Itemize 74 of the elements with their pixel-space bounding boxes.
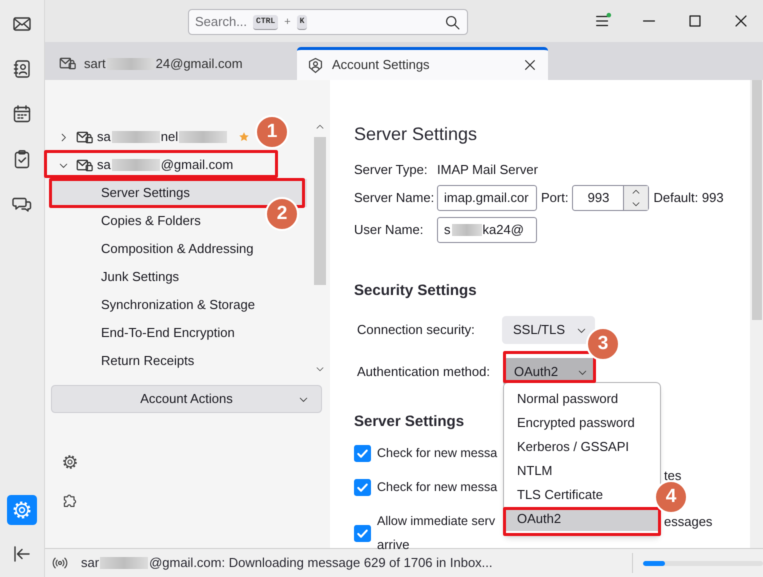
tab-label: 24@gmail.com bbox=[156, 54, 243, 73]
field-label: Port: bbox=[541, 189, 568, 208]
close-icon bbox=[522, 57, 538, 73]
puzzle-icon bbox=[62, 492, 78, 508]
profile-icon bbox=[307, 56, 324, 74]
search-field[interactable]: Search... CTRL + K bbox=[188, 9, 468, 35]
clipboard-check-icon bbox=[12, 149, 32, 169]
checkbox-label: Check for new messa bbox=[377, 479, 498, 496]
dropdown-select[interactable]: SSL/TLS bbox=[502, 316, 595, 344]
tree-item[interactable]: Junk Settings bbox=[51, 263, 180, 291]
number-field[interactable]: 993 bbox=[572, 185, 650, 211]
tree-item[interactable]: Return Receipts bbox=[51, 347, 194, 375]
field-label: Authentication method: bbox=[357, 363, 491, 382]
field-label: Server Name: bbox=[354, 189, 433, 208]
address-book-icon bbox=[12, 59, 32, 79]
blurred-text bbox=[179, 131, 228, 143]
tree-item[interactable]: Composition & Addressing bbox=[51, 235, 254, 263]
tree-item[interactable]: Copies & Folders bbox=[51, 207, 201, 235]
tree-item[interactable]: Synchronization & Storage bbox=[51, 291, 255, 319]
section-heading: Server Settings bbox=[354, 412, 464, 432]
field-label: User Name: bbox=[354, 221, 424, 240]
mail-icon bbox=[59, 55, 76, 72]
blurred-text bbox=[106, 58, 155, 70]
menu-item[interactable]: Encrypted password bbox=[504, 411, 639, 435]
scroll-thumb[interactable] bbox=[314, 137, 326, 285]
checkbox-label: Allow immediate serv bbox=[377, 513, 496, 530]
field-label: Connection security: bbox=[357, 321, 476, 340]
tab[interactable]: Account Settings bbox=[297, 47, 548, 80]
settings-icon bbox=[62, 454, 78, 470]
menu-item[interactable]: TLS Certificate bbox=[504, 483, 607, 507]
account-name: @gmail.com bbox=[160, 156, 234, 174]
account-actions-button[interactable]: Account Actions bbox=[51, 385, 322, 413]
account-name: sa bbox=[97, 156, 111, 174]
account-name: sa bbox=[97, 128, 111, 146]
connection-icon bbox=[52, 555, 68, 571]
status-text: sar bbox=[81, 554, 100, 572]
plus-sign: + bbox=[284, 14, 291, 30]
collapse-icon bbox=[12, 544, 32, 564]
account-name: nel bbox=[160, 128, 178, 146]
key-cap: K bbox=[296, 14, 308, 30]
default-port-text: Default: 993 bbox=[653, 189, 724, 208]
key-cap: CTRL bbox=[253, 14, 278, 30]
checkbox[interactable] bbox=[354, 524, 371, 542]
section-heading: Security Settings bbox=[354, 281, 477, 301]
checkbox-label: tes bbox=[664, 468, 682, 483]
section-heading: Server Settings bbox=[354, 123, 478, 146]
field-value: s bbox=[444, 221, 450, 240]
tab-label: Account Settings bbox=[332, 56, 430, 74]
checkbox[interactable] bbox=[354, 445, 371, 462]
search-icon bbox=[444, 14, 461, 30]
text-field[interactable]: s ka24@ bbox=[437, 217, 537, 243]
checkbox[interactable] bbox=[354, 479, 371, 496]
tab[interactable]: sart 24@gmail.com bbox=[57, 47, 297, 80]
menu-item[interactable]: NTLM bbox=[504, 459, 556, 483]
checkbox-label: arrive bbox=[377, 536, 411, 554]
tab-label: sart bbox=[84, 54, 106, 73]
tree-item[interactable]: End-To-End Encryption bbox=[51, 319, 235, 347]
field-value: ka24@ bbox=[482, 221, 524, 240]
field-value: IMAP Mail Server bbox=[437, 161, 538, 180]
blurred-text bbox=[112, 131, 160, 143]
calendar-icon bbox=[12, 104, 32, 124]
blurred-text bbox=[100, 557, 148, 569]
checkbox-label: Check for new messa bbox=[377, 445, 498, 462]
menu-item[interactable]: Normal password bbox=[504, 387, 622, 411]
blurred-text bbox=[452, 224, 482, 236]
status-text: @gmail.com: Downloading message 629 of 1706 in Inbox... bbox=[149, 554, 493, 572]
field-label: Server Type: bbox=[354, 161, 428, 180]
scroll-thumb[interactable] bbox=[752, 80, 762, 320]
settings-icon bbox=[12, 500, 32, 520]
text-field[interactable]: imap.gmail.cor bbox=[437, 185, 537, 211]
menu-item[interactable]: Kerberos / GSSAPI bbox=[504, 435, 633, 459]
blurred-text bbox=[112, 159, 160, 171]
checkbox-label: essages bbox=[664, 514, 712, 529]
minimize-icon bbox=[640, 20, 658, 22]
